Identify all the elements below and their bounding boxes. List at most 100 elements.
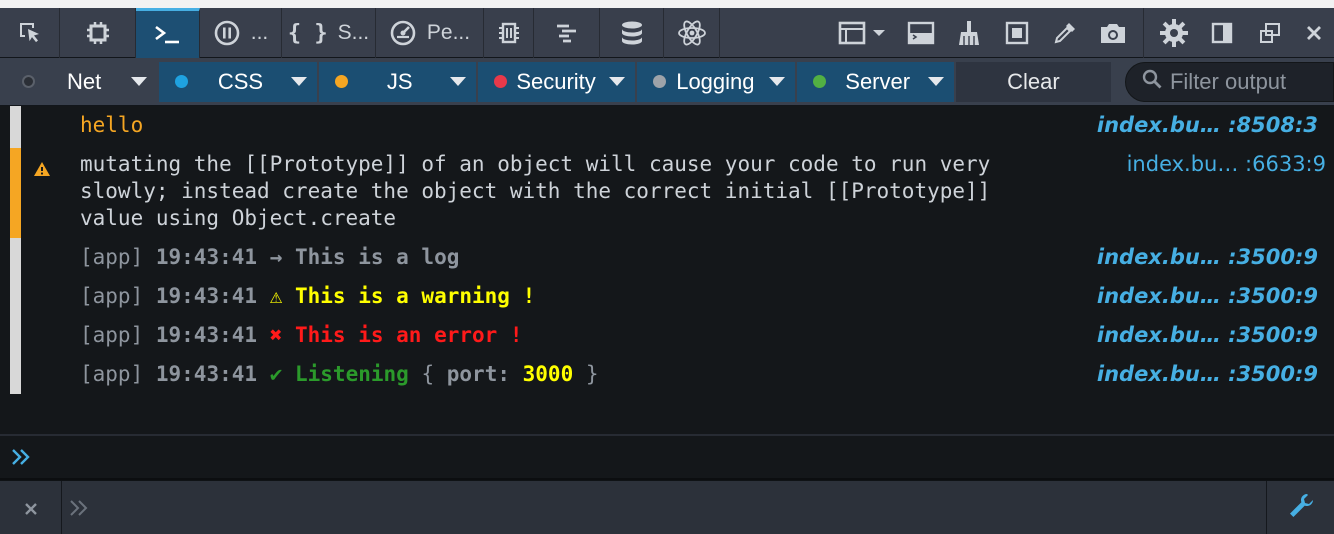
source-link[interactable]: index.bu… :8508:3: [1097, 112, 1318, 139]
filter-security-button[interactable]: Security: [477, 61, 636, 102]
responsive-icon: [1004, 20, 1030, 46]
chevron-down-icon: [609, 77, 626, 86]
error-x-icon: ✖: [269, 323, 283, 347]
filter-security-label: Security: [516, 68, 596, 94]
error-text: This is an error !: [295, 323, 523, 347]
console-message: [app] 19:43:41 ✖ This is an error ! inde…: [0, 319, 1334, 361]
chevron-down-icon: [131, 77, 148, 86]
filter-logging-button[interactable]: Logging: [637, 61, 795, 102]
split-console-button[interactable]: [897, 8, 945, 58]
toolbar-divider: [1143, 8, 1144, 58]
tab-layout[interactable]: [60, 8, 136, 58]
popout-icon: [1258, 21, 1282, 45]
storage-db-icon: [619, 19, 645, 47]
console-input[interactable]: [0, 434, 1334, 480]
console-message-warning: mutating the [[Prototype]] of an object …: [0, 148, 1334, 238]
listening-text: Listening: [295, 362, 409, 386]
split-console-icon: [907, 20, 935, 46]
tab-performance[interactable]: Pe...: [376, 8, 484, 58]
react-atom-icon: [677, 19, 707, 47]
tab-storage[interactable]: [600, 8, 664, 58]
close-drawer-button[interactable]: [0, 481, 62, 534]
eyedropper-icon: [1052, 20, 1078, 46]
console-output: hello index.bu… :8508:3 mutating the [[P…: [0, 106, 1334, 434]
close-devtools-button[interactable]: [1294, 8, 1334, 58]
screenshot-button[interactable]: [1089, 8, 1137, 58]
app-prefix: [app]: [80, 284, 144, 308]
brace-close: }: [585, 362, 599, 386]
filter-net-button[interactable]: Net: [0, 62, 157, 102]
warning-line: value using Object.create: [80, 206, 397, 230]
brace-open: {: [421, 362, 435, 386]
port-key: port:: [446, 362, 510, 386]
braces-icon: { }: [287, 20, 328, 46]
popout-button[interactable]: [1246, 8, 1294, 58]
filter-bar: Net CSS JS Security Logging Server Clear…: [0, 58, 1334, 106]
message-text: [app] 19:43:41 → This is a log: [80, 244, 459, 271]
filter-server-button[interactable]: Server: [796, 61, 954, 102]
settings-button[interactable]: [1150, 8, 1198, 58]
chevron-down-icon: [768, 77, 785, 86]
clear-button[interactable]: Clear: [955, 61, 1111, 102]
wrench-icon: [1287, 492, 1315, 524]
broom-icon: [956, 19, 982, 47]
warning-text: mutating the [[Prototype]] of an object …: [80, 151, 990, 232]
filter-js-button[interactable]: JS: [318, 61, 476, 102]
source-link[interactable]: index.bu… :3500:9: [1097, 283, 1318, 310]
waterfall-icon: [553, 21, 581, 45]
devtools-toolbar: ... { } S... Pe...: [0, 0, 1334, 58]
tab-inspector[interactable]: [0, 8, 60, 58]
warning-line: slowly; instead create the object with t…: [80, 179, 991, 203]
console-message: [app] 19:43:41 ✔ Listening { port: 3000 …: [0, 358, 1334, 397]
timestamp: 19:43:41: [155, 362, 258, 386]
tab-label: ...: [250, 21, 269, 44]
source-link[interactable]: index.bu… :6633:9: [1127, 151, 1326, 178]
source-link[interactable]: index.bu… :3500:9: [1097, 361, 1318, 388]
frame-select-button[interactable]: [831, 8, 897, 58]
wrench-button[interactable]: [1266, 481, 1334, 534]
source-link[interactable]: index.bu… :3500:9: [1097, 322, 1318, 349]
message-marker: [10, 319, 21, 361]
app-prefix: [app]: [80, 245, 144, 269]
responsive-button[interactable]: [993, 8, 1041, 58]
app-prefix: [app]: [80, 362, 144, 386]
tab-react[interactable]: [664, 8, 720, 58]
warning-marker: [10, 148, 21, 238]
prompt-chevron-icon: [10, 446, 32, 472]
message-text: [app] 19:43:41 ✔ Listening { port: 3000 …: [80, 361, 599, 388]
tab-network[interactable]: [534, 8, 600, 58]
source-link[interactable]: index.bu… :3500:9: [1097, 244, 1318, 271]
warning-line: mutating the [[Prototype]] of an object …: [80, 152, 991, 176]
console-message: [app] 19:43:41 → This is a log index.bu……: [0, 238, 1334, 280]
tab-debugger[interactable]: ...: [200, 8, 282, 58]
port-value: 3000: [522, 362, 574, 386]
warning-text: This is a warning !: [295, 284, 536, 308]
tab-console[interactable]: [136, 8, 200, 58]
check-icon: ✔: [269, 362, 283, 386]
tab-memory[interactable]: [484, 8, 534, 58]
dock-side-button[interactable]: [1198, 8, 1246, 58]
console-message: [app] 19:43:41 ⚠ This is a warning ! ind…: [0, 280, 1334, 322]
net-dot-icon: [22, 75, 35, 88]
tab-style-editor[interactable]: { } S...: [282, 8, 376, 58]
warning-sign-icon: ⚠: [269, 284, 283, 308]
search-icon: [1142, 69, 1162, 95]
tab-label: Pe...: [426, 21, 471, 44]
logging-dot-icon: [653, 75, 667, 88]
filter-output-input[interactable]: Filter output: [1124, 61, 1334, 102]
pause-circle-icon: [213, 19, 241, 47]
chevron-down-icon: [449, 77, 466, 86]
eyedropper-button[interactable]: [1041, 8, 1089, 58]
console-message: hello index.bu… :8508:3: [0, 106, 1334, 148]
app-prefix: [app]: [80, 323, 144, 347]
filter-css-button[interactable]: CSS: [159, 61, 317, 102]
clear-console-button[interactable]: [945, 8, 993, 58]
log-text: This is a log: [295, 245, 460, 269]
timestamp: 19:43:41: [155, 284, 258, 308]
gear-icon: [1159, 18, 1189, 48]
console-prompt-icon: [153, 23, 183, 47]
frame-select-icon: [837, 20, 891, 46]
security-dot-icon: [493, 75, 507, 88]
timestamp: 19:43:41: [155, 323, 258, 347]
dock-side-icon: [1210, 21, 1234, 45]
